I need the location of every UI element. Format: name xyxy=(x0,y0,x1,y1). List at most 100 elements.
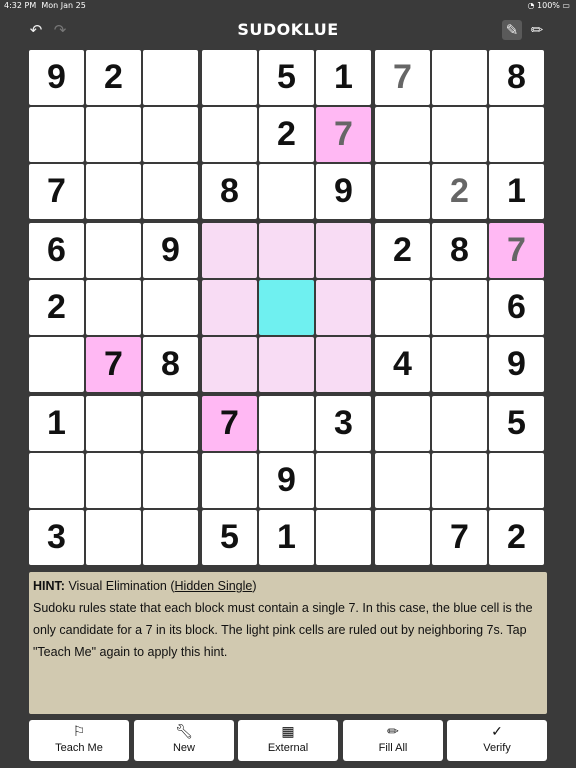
sudoku-cell-r2c9[interactable] xyxy=(489,107,544,162)
status-battery: ◔ 100% ▭ xyxy=(527,1,570,10)
bottom-toolbar: ⚐ Teach Me 🔧︎ New ▦ External ✏ Fill All … xyxy=(29,720,547,762)
sudoku-cell-r3c3[interactable] xyxy=(143,164,198,219)
sudoku-cell-r5c2[interactable] xyxy=(86,280,141,335)
sudoku-cell-r3c7[interactable] xyxy=(375,164,430,219)
hint-label: HINT: xyxy=(33,579,65,593)
sudoku-cell-r3c1[interactable]: 7 xyxy=(29,164,84,219)
sudoku-cell-r1c1[interactable]: 9 xyxy=(29,50,84,105)
sudoku-cell-r4c7[interactable]: 2 xyxy=(375,223,430,278)
sudoku-cell-r3c9[interactable]: 1 xyxy=(489,164,544,219)
sudoku-cell-r8c6[interactable] xyxy=(316,453,371,508)
sudoku-cell-r7c5[interactable] xyxy=(259,396,314,451)
sudoku-cell-r5c3[interactable] xyxy=(143,280,198,335)
sudoku-cell-r8c2[interactable] xyxy=(86,453,141,508)
sudoku-cell-r6c9[interactable]: 9 xyxy=(489,337,544,392)
sudoku-cell-r2c7[interactable] xyxy=(375,107,430,162)
sudoku-cell-r4c1[interactable]: 6 xyxy=(29,223,84,278)
sudoku-cell-r3c5[interactable] xyxy=(259,164,314,219)
hint-body: Sudoku rules state that each block must … xyxy=(33,601,533,659)
sudoku-cell-r5c7[interactable] xyxy=(375,280,430,335)
sudoku-cell-r4c9[interactable]: 7 xyxy=(489,223,544,278)
sudoku-cell-r9c3[interactable] xyxy=(143,510,198,565)
sudoku-cell-r5c6[interactable] xyxy=(316,280,371,335)
sudoku-cell-r7c9[interactable]: 5 xyxy=(489,396,544,451)
sudoku-cell-r4c5[interactable] xyxy=(259,223,314,278)
sudoku-cell-r2c3[interactable] xyxy=(143,107,198,162)
hint-panel: HINT: Visual Elimination (Hidden Single)… xyxy=(29,572,547,714)
sudoku-cell-r8c8[interactable] xyxy=(432,453,487,508)
sudoku-cell-r7c2[interactable] xyxy=(86,396,141,451)
sudoku-cell-r5c9[interactable]: 6 xyxy=(489,280,544,335)
sudoku-cell-r4c2[interactable] xyxy=(86,223,141,278)
hint-technique-suffix: ) xyxy=(252,579,257,593)
sudoku-cell-r2c4[interactable] xyxy=(202,107,257,162)
sudoku-cell-r4c8[interactable]: 8 xyxy=(432,223,487,278)
teach-me-label: Teach Me xyxy=(55,742,103,754)
sudoku-cell-r9c6[interactable] xyxy=(316,510,371,565)
status-time: 4:32 PM Mon Jan 25 xyxy=(4,1,86,10)
sudoku-cell-r4c6[interactable] xyxy=(316,223,371,278)
verify-label: Verify xyxy=(483,742,511,754)
sudoku-cell-r7c7[interactable] xyxy=(375,396,430,451)
external-button[interactable]: ▦ External xyxy=(238,720,338,761)
pen-mode-icon[interactable]: ✎ xyxy=(502,20,522,40)
sudoku-cell-r1c8[interactable] xyxy=(432,50,487,105)
sudoku-cell-r3c8[interactable]: 2 xyxy=(432,164,487,219)
sudoku-cell-r2c8[interactable] xyxy=(432,107,487,162)
grid-icon: ▦ xyxy=(281,723,295,739)
teach-me-button[interactable]: ⚐ Teach Me xyxy=(29,720,129,761)
sudoku-cell-r6c1[interactable] xyxy=(29,337,84,392)
sudoku-cell-r1c6[interactable]: 1 xyxy=(316,50,371,105)
fill-all-button[interactable]: ✏ Fill All xyxy=(343,720,443,761)
sudoku-cell-r5c1[interactable]: 2 xyxy=(29,280,84,335)
sudoku-cell-r9c4[interactable]: 5 xyxy=(202,510,257,565)
sudoku-cell-r6c7[interactable]: 4 xyxy=(375,337,430,392)
hint-technique-link[interactable]: Hidden Single xyxy=(175,579,253,593)
sudoku-cell-r2c2[interactable] xyxy=(86,107,141,162)
sudoku-cell-r1c9[interactable]: 8 xyxy=(489,50,544,105)
sudoku-cell-r7c1[interactable]: 1 xyxy=(29,396,84,451)
sudoku-cell-r9c7[interactable] xyxy=(375,510,430,565)
sudoku-cell-r9c1[interactable]: 3 xyxy=(29,510,84,565)
sudoku-cell-r7c6[interactable]: 3 xyxy=(316,396,371,451)
new-button[interactable]: 🔧︎ New xyxy=(134,720,234,761)
sudoku-cell-r8c7[interactable] xyxy=(375,453,430,508)
sudoku-cell-r6c6[interactable] xyxy=(316,337,371,392)
sudoku-cell-r1c4[interactable] xyxy=(202,50,257,105)
sudoku-cell-r4c4[interactable] xyxy=(202,223,257,278)
sudoku-cell-r8c1[interactable] xyxy=(29,453,84,508)
sudoku-cell-r2c6[interactable]: 7 xyxy=(316,107,371,162)
sudoku-cell-r9c8[interactable]: 7 xyxy=(432,510,487,565)
sudoku-cell-r1c5[interactable]: 5 xyxy=(259,50,314,105)
sudoku-cell-r8c9[interactable] xyxy=(489,453,544,508)
sudoku-cell-r6c5[interactable] xyxy=(259,337,314,392)
sudoku-cell-r3c4[interactable]: 8 xyxy=(202,164,257,219)
sudoku-cell-r8c5[interactable]: 9 xyxy=(259,453,314,508)
sudoku-cell-r8c3[interactable] xyxy=(143,453,198,508)
sudoku-cell-r1c3[interactable] xyxy=(143,50,198,105)
pencil-mode-icon[interactable]: ✏ xyxy=(527,20,547,40)
sudoku-cell-r1c7[interactable]: 7 xyxy=(375,50,430,105)
sudoku-cell-r7c3[interactable] xyxy=(143,396,198,451)
sudoku-cell-r5c8[interactable] xyxy=(432,280,487,335)
sudoku-cell-r6c4[interactable] xyxy=(202,337,257,392)
sudoku-cell-r9c2[interactable] xyxy=(86,510,141,565)
sudoku-cell-r3c2[interactable] xyxy=(86,164,141,219)
sudoku-cell-r2c5[interactable]: 2 xyxy=(259,107,314,162)
wrench-icon: 🔧︎ xyxy=(175,723,193,739)
sudoku-cell-r3c6[interactable]: 9 xyxy=(316,164,371,219)
verify-button[interactable]: ✓ Verify xyxy=(447,720,547,761)
sudoku-cell-r5c5[interactable] xyxy=(259,280,314,335)
sudoku-cell-r6c8[interactable] xyxy=(432,337,487,392)
sudoku-cell-r9c5[interactable]: 1 xyxy=(259,510,314,565)
sudoku-cell-r2c1[interactable] xyxy=(29,107,84,162)
sudoku-cell-r5c4[interactable] xyxy=(202,280,257,335)
sudoku-cell-r8c4[interactable] xyxy=(202,453,257,508)
sudoku-cell-r7c8[interactable] xyxy=(432,396,487,451)
sudoku-cell-r1c2[interactable]: 2 xyxy=(86,50,141,105)
sudoku-cell-r9c9[interactable]: 2 xyxy=(489,510,544,565)
sudoku-cell-r6c3[interactable]: 8 xyxy=(143,337,198,392)
sudoku-cell-r7c4[interactable]: 7 xyxy=(202,396,257,451)
sudoku-cell-r6c2[interactable]: 7 xyxy=(86,337,141,392)
sudoku-cell-r4c3[interactable]: 9 xyxy=(143,223,198,278)
